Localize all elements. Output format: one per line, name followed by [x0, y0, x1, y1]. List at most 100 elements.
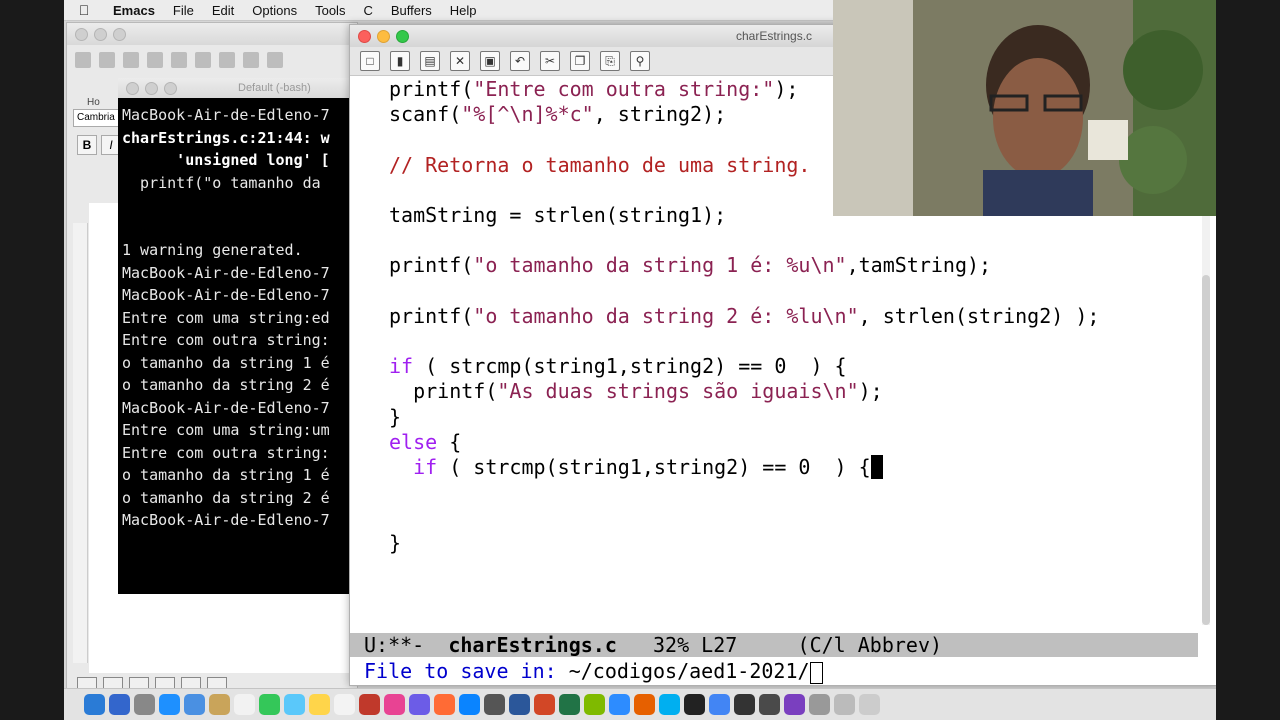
word-icon[interactable]	[509, 694, 530, 715]
terminal-line: MacBook-Air-de-Edleno-7	[122, 286, 330, 304]
downloads-icon[interactable]	[834, 694, 855, 715]
menu-app-name[interactable]: Emacs	[104, 3, 164, 18]
quicktime-icon[interactable]	[759, 694, 780, 715]
app-store-icon[interactable]	[459, 694, 480, 715]
utility-icon[interactable]	[584, 694, 605, 715]
safari-icon[interactable]	[159, 694, 180, 715]
new-doc-icon[interactable]	[75, 52, 91, 68]
photos-icon[interactable]	[384, 694, 405, 715]
scrollbar-thumb[interactable]	[1202, 275, 1210, 625]
terminal-line: Entre com uma string:ed	[122, 308, 330, 327]
menu-file[interactable]: File	[164, 3, 203, 18]
text-cursor	[870, 455, 883, 480]
code-line: }	[389, 404, 402, 429]
chrome-icon[interactable]	[709, 694, 730, 715]
books-icon[interactable]	[434, 694, 455, 715]
close-buffer-icon[interactable]: ✕	[450, 51, 470, 71]
mail-icon[interactable]	[184, 694, 205, 715]
word-title-bar	[67, 23, 357, 45]
desktop:  Emacs File Edit Options Tools C Buffer…	[64, 0, 1216, 720]
itunes-icon[interactable]	[409, 694, 430, 715]
terminal-line: o tamanho da string 2 é	[122, 488, 330, 507]
copy-icon[interactable]	[219, 52, 235, 68]
terminal-line: charEstrings.c:21:44: w	[122, 128, 330, 147]
console-icon[interactable]	[734, 694, 755, 715]
open-folder-icon[interactable]: ▮	[390, 51, 410, 71]
finder-icon[interactable]	[84, 694, 105, 715]
window-minimize-icon[interactable]	[377, 29, 390, 43]
terminal-line: o tamanho da string 1 é	[122, 466, 330, 484]
facetime-icon[interactable]	[259, 694, 280, 715]
notes-icon[interactable]	[309, 694, 330, 715]
dired-icon[interactable]: ▤	[420, 51, 440, 71]
terminal-line: Entre com outra string:	[122, 331, 330, 349]
modeline-buffer-name: charEstrings.c	[448, 633, 617, 657]
window-minimize-icon[interactable]	[145, 81, 158, 95]
messages-icon[interactable]	[284, 694, 305, 715]
rocket-icon[interactable]	[134, 694, 155, 715]
calendar-icon[interactable]	[234, 694, 255, 715]
paste-icon[interactable]: ⎘	[600, 51, 620, 71]
paste-icon[interactable]	[243, 52, 259, 68]
code-line: else {	[389, 429, 462, 454]
code-line: printf("o tamanho da string 2 é: %lu\n",…	[389, 303, 1100, 328]
window-zoom-icon[interactable]	[164, 81, 177, 95]
new-file-icon[interactable]: □	[360, 51, 380, 71]
window-close-icon[interactable]	[75, 27, 88, 41]
minibuffer-input[interactable]: ~/codigos/aed1-2021/	[569, 659, 810, 683]
skype-icon[interactable]	[659, 694, 680, 715]
window-minimize-icon[interactable]	[94, 27, 107, 41]
preview-icon[interactable]	[809, 694, 830, 715]
minibuffer[interactable]: File to save in: ~/codigos/aed1-2021/	[350, 658, 1198, 684]
open-icon[interactable]	[123, 52, 139, 68]
system-preferences-icon[interactable]	[484, 694, 505, 715]
window-zoom-icon[interactable]	[113, 27, 126, 41]
mode-line: U:**- charEstrings.c 32% L27 (C/l Abbrev…	[350, 633, 1198, 657]
menu-tools[interactable]: Tools	[306, 3, 354, 18]
undo-icon[interactable]: ↶	[510, 51, 530, 71]
menu-c[interactable]: C	[354, 3, 381, 18]
print-icon[interactable]	[171, 52, 187, 68]
window-close-icon[interactable]	[358, 29, 371, 43]
word-toolbar	[67, 45, 357, 75]
terminal-line: o tamanho da string 1 é	[122, 353, 330, 372]
bold-button[interactable]: B	[77, 135, 97, 155]
copy-icon[interactable]: ❐	[570, 51, 590, 71]
terminal-line: MacBook-Air-de-Edleno-7	[122, 106, 330, 124]
modeline-modes: (C/l Abbrev)	[797, 633, 943, 657]
terminal-icon[interactable]	[684, 694, 705, 715]
vertical-ruler	[73, 223, 88, 663]
code-line: if ( strcmp(string1,string2) == 0 ) {	[389, 354, 847, 379]
menu-help[interactable]: Help	[441, 3, 486, 18]
menu-options[interactable]: Options	[243, 3, 306, 18]
search-icon[interactable]: ⚲	[630, 51, 650, 71]
save-icon[interactable]: ▣	[480, 51, 500, 71]
templates-icon[interactable]	[99, 52, 115, 68]
cut-icon[interactable]	[195, 52, 211, 68]
apple-icon[interactable]: 	[64, 2, 104, 18]
home-tab[interactable]: Ho	[87, 97, 100, 108]
menu-buffers[interactable]: Buffers	[382, 3, 441, 18]
excel-icon[interactable]	[559, 694, 580, 715]
menu-edit[interactable]: Edit	[203, 3, 243, 18]
emacs-icon[interactable]	[784, 694, 805, 715]
terminal-line: Entre com uma string:um	[122, 421, 330, 439]
modeline-status: U:**-	[364, 633, 425, 657]
trash-icon[interactable]	[859, 694, 880, 715]
save-icon[interactable]	[147, 52, 163, 68]
launchpad-icon[interactable]	[109, 694, 130, 715]
reminders-icon[interactable]	[334, 694, 355, 715]
terminal-line: printf("o tamanho da	[122, 173, 330, 192]
format-painter-icon[interactable]	[267, 52, 283, 68]
powerpoint-icon[interactable]	[534, 694, 555, 715]
window-zoom-icon[interactable]	[396, 29, 409, 43]
contacts-icon[interactable]	[209, 694, 230, 715]
zoom-icon[interactable]	[609, 694, 630, 715]
photo-booth-icon[interactable]	[359, 694, 380, 715]
terminal-title-bar: Default (-bash)	[118, 78, 350, 98]
minibuffer-cursor	[809, 661, 823, 684]
cut-icon[interactable]: ✂	[540, 51, 560, 71]
terminal-output[interactable]: MacBook-Air-de-Edleno-7 charEstrings.c:2…	[118, 98, 350, 538]
window-close-icon[interactable]	[126, 81, 139, 95]
firefox-icon[interactable]	[634, 694, 655, 715]
